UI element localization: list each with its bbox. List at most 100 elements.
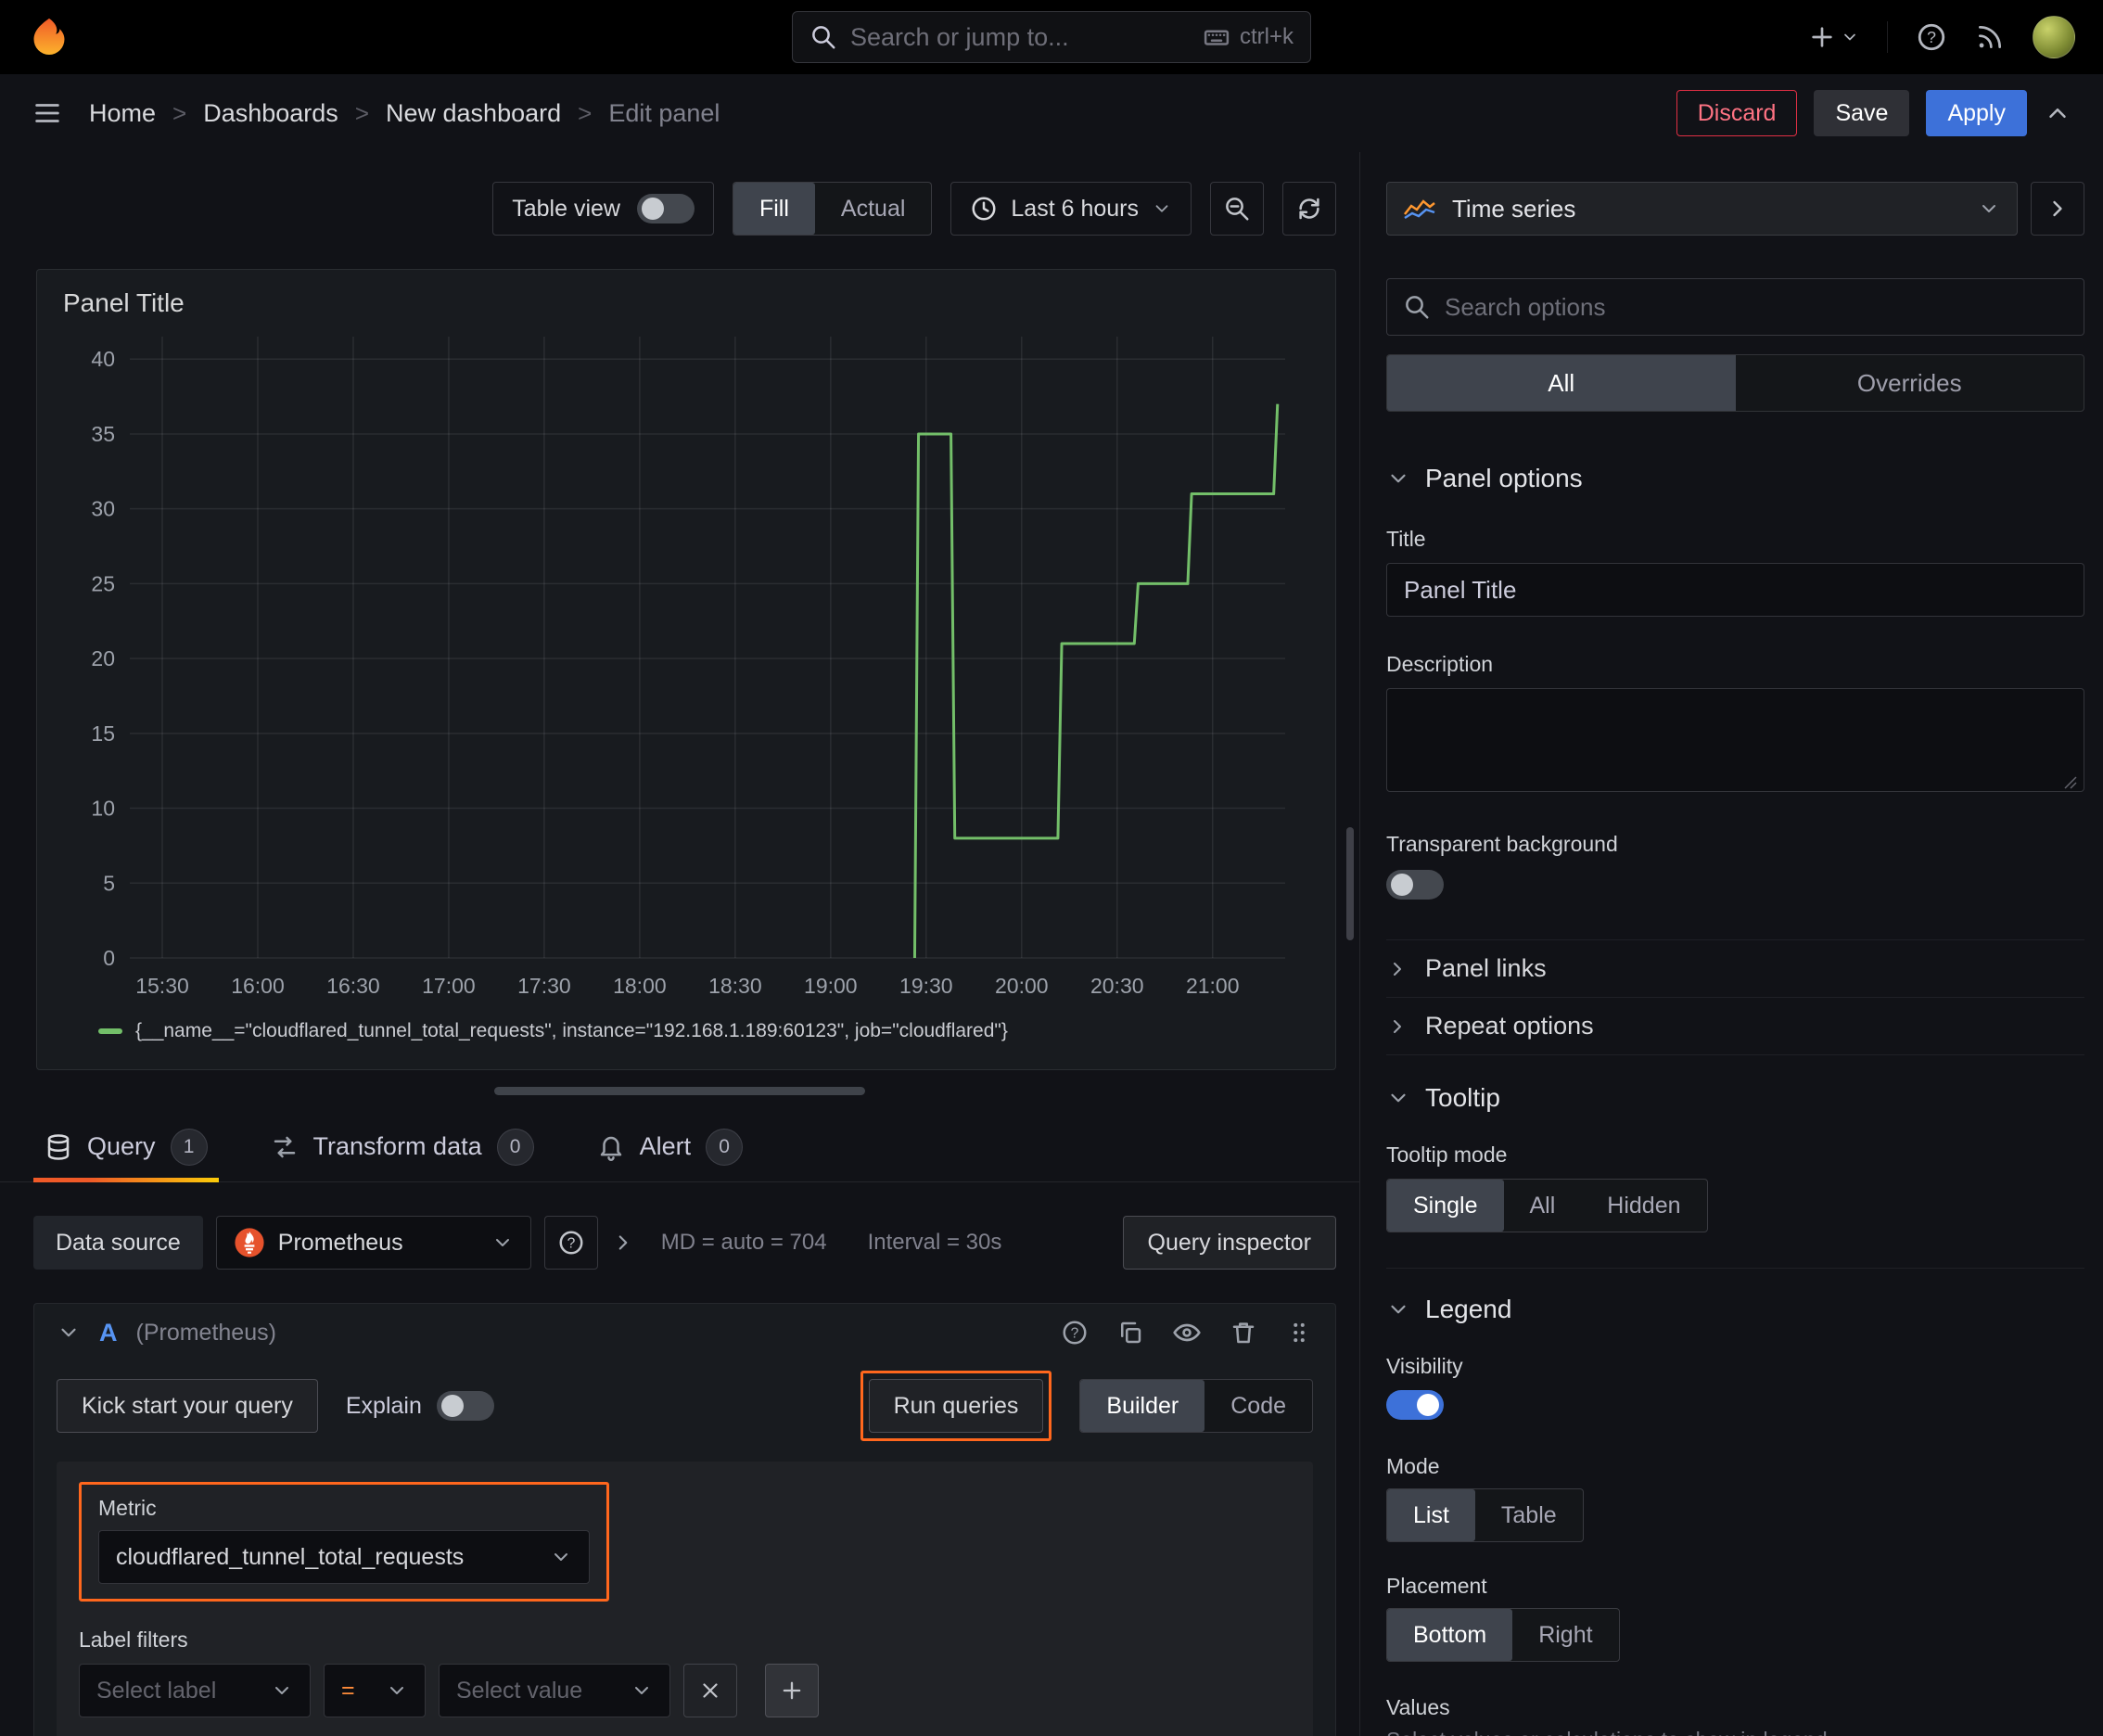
tab-alert[interactable]: Alert 0: [586, 1112, 755, 1181]
panel-options-header[interactable]: Panel options: [1386, 464, 2084, 493]
x-tick-label: 17:30: [517, 974, 571, 998]
refresh-button[interactable]: [1282, 182, 1336, 236]
global-search[interactable]: ctrl+k: [792, 11, 1311, 63]
datasource-picker[interactable]: Prometheus: [215, 1216, 531, 1270]
time-range-button[interactable]: Last 6 hours: [950, 182, 1192, 236]
duplicate-icon[interactable]: [1116, 1319, 1144, 1347]
description-textarea[interactable]: [1386, 688, 2084, 792]
metric-value: cloudflared_tunnel_total_requests: [116, 1543, 465, 1570]
legend-placement-group: Bottom Right: [1386, 1608, 1620, 1662]
options-tab-overrides[interactable]: Overrides: [1736, 355, 2084, 411]
select-label-dropdown[interactable]: Select label: [79, 1664, 311, 1717]
values-label: Values: [1386, 1695, 1450, 1719]
repeat-options-row[interactable]: Repeat options: [1386, 998, 2084, 1055]
legend-swatch[interactable]: [98, 1028, 122, 1034]
panel-preview: Panel Title 0 5 10 15 20 25 30 35 40 15:30 16:00 16…: [36, 269, 1336, 1070]
select-value-dropdown[interactable]: Select value: [439, 1664, 670, 1717]
datasource-help-button[interactable]: ?: [543, 1216, 598, 1270]
panel-links-row[interactable]: Panel links: [1386, 940, 2084, 998]
tooltip-mode-hidden[interactable]: Hidden: [1581, 1180, 1706, 1232]
eye-icon[interactable]: [1172, 1318, 1202, 1347]
options-search-input[interactable]: [1386, 278, 2084, 336]
transparent-background-toggle[interactable]: [1386, 870, 1444, 900]
tooltip-header[interactable]: Tooltip: [1386, 1083, 2084, 1113]
tab-query[interactable]: Query 1: [33, 1112, 219, 1182]
fill-option[interactable]: Fill: [733, 183, 815, 235]
explain-toggle[interactable]: [436, 1391, 494, 1421]
code-option[interactable]: Code: [1204, 1380, 1312, 1432]
search-input[interactable]: [850, 22, 1190, 52]
add-filter-button[interactable]: [765, 1664, 819, 1717]
tooltip-mode-all[interactable]: All: [1504, 1180, 1582, 1232]
caret-down-icon: [275, 1687, 288, 1694]
transparent-background-label: Transparent background: [1386, 832, 1618, 856]
tooltip-mode-single[interactable]: Single: [1387, 1180, 1504, 1232]
builder-option[interactable]: Builder: [1080, 1380, 1205, 1432]
query-options-chevron-icon[interactable]: [611, 1231, 635, 1255]
select-value-placeholder: Select value: [456, 1677, 583, 1704]
description-label: Description: [1386, 652, 1494, 676]
legend-mode-table[interactable]: Table: [1475, 1489, 1583, 1541]
metric-select[interactable]: cloudflared_tunnel_total_requests: [98, 1530, 590, 1584]
x-tick-label: 18:00: [613, 974, 667, 998]
tab-alert-label: Alert: [639, 1132, 692, 1160]
operator-dropdown[interactable]: =: [324, 1664, 426, 1717]
run-queries-button[interactable]: Run queries: [868, 1379, 1044, 1433]
trash-icon[interactable]: [1230, 1319, 1257, 1347]
zoom-out-button[interactable]: [1210, 182, 1264, 236]
chart-plot[interactable]: 0 5 10 15 20 25 30 35 40 15:30 16:00 16:30 17:00 17:3…: [63, 324, 1309, 1006]
remove-filter-button[interactable]: [683, 1664, 737, 1717]
datasource-label: Data source: [33, 1216, 203, 1270]
y-tick-label: 10: [91, 797, 115, 821]
help-button[interactable]: ?: [1916, 21, 1947, 53]
news-button[interactable]: [1975, 22, 2005, 52]
grafana-logo[interactable]: [28, 16, 70, 58]
sidebar-collapse-button[interactable]: [2031, 182, 2084, 236]
search-shortcut-label: ctrl+k: [1239, 24, 1294, 49]
apply-button[interactable]: Apply: [1926, 90, 2027, 136]
datasource-value: Prometheus: [277, 1229, 403, 1256]
legend-header[interactable]: Legend: [1386, 1295, 2084, 1324]
question-circle-icon: ?: [1918, 23, 1945, 51]
legend-label[interactable]: {__name__="cloudflared_tunnel_total_requ…: [135, 1020, 1008, 1042]
options-tab-all[interactable]: All: [1387, 355, 1736, 411]
timeseries-canvas[interactable]: 0 5 10 15 20 25 30 35 40 15:30 16:00 16:30 17:00 17:3…: [63, 324, 1309, 1006]
placement-right[interactable]: Right: [1512, 1609, 1618, 1661]
pane-splitter-handle[interactable]: [494, 1087, 865, 1095]
breadcrumb-item-home[interactable]: Home: [89, 99, 156, 128]
panel-title-input[interactable]: [1386, 563, 2084, 617]
kick-start-button[interactable]: Kick start your query: [57, 1379, 318, 1433]
panel-links-label: Panel links: [1425, 954, 1547, 982]
legend-mode-list[interactable]: List: [1387, 1489, 1475, 1541]
zoom-out-icon: [1226, 198, 1249, 221]
actual-option[interactable]: Actual: [815, 183, 931, 235]
tooltip-mode-group: Single All Hidden: [1386, 1179, 1708, 1232]
drag-handle-icon[interactable]: [1285, 1319, 1313, 1347]
tab-transform-data[interactable]: Transform data 0: [260, 1112, 545, 1181]
scrollbar-thumb[interactable]: [1346, 827, 1354, 940]
add-menu-button[interactable]: [1807, 22, 1859, 52]
keyboard-icon: [1203, 23, 1230, 51]
collapse-header-button[interactable]: [2044, 99, 2071, 127]
x-tick-label: 19:30: [899, 974, 953, 998]
viz-picker-button[interactable]: Time series: [1386, 182, 2018, 236]
breadcrumb-item-dashboards[interactable]: Dashboards: [203, 99, 338, 128]
x-tick-label: 20:30: [1090, 974, 1144, 998]
y-tick-label: 35: [91, 422, 115, 446]
breadcrumb-item-new-dashboard[interactable]: New dashboard: [386, 99, 561, 128]
query-row-header[interactable]: A (Prometheus) ?: [34, 1304, 1335, 1361]
caret-down-icon: [1155, 205, 1168, 212]
menu-button[interactable]: [32, 97, 63, 129]
user-avatar[interactable]: [2033, 16, 2075, 58]
discard-button[interactable]: Discard: [1676, 90, 1798, 136]
table-view-toggle[interactable]: [636, 194, 695, 223]
placement-bottom[interactable]: Bottom: [1387, 1609, 1513, 1661]
legend-visibility-toggle[interactable]: [1386, 1390, 1444, 1420]
label-filters-label: Label filters: [79, 1628, 188, 1652]
query-inspector-button[interactable]: Query inspector: [1122, 1216, 1336, 1270]
query-help-icon[interactable]: ?: [1061, 1319, 1089, 1347]
x-tick-label: 18:30: [708, 974, 762, 998]
save-button[interactable]: Save: [1814, 90, 1910, 136]
x-tick-label: 19:00: [804, 974, 858, 998]
series-line: [912, 403, 1280, 959]
